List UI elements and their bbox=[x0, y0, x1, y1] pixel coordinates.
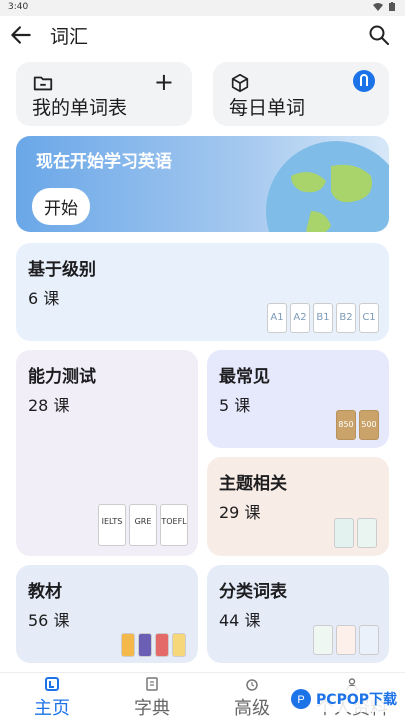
book-cover bbox=[155, 633, 169, 657]
cube-icon bbox=[231, 73, 249, 93]
book-cover bbox=[357, 518, 377, 548]
level-badge: C1 bbox=[359, 303, 379, 333]
daily-words-button[interactable]: 每日单词 bbox=[213, 62, 389, 126]
status-bar: 3:40 bbox=[0, 0, 405, 16]
level-badge: B2 bbox=[336, 303, 356, 333]
textbook-covers bbox=[121, 633, 186, 657]
daily-words-label: 每日单词 bbox=[229, 97, 306, 119]
tile-textbook[interactable]: 教材 56 课 bbox=[16, 565, 198, 663]
folder-icon bbox=[33, 76, 53, 91]
tile-level[interactable]: 基于级别 6 课 A1 A2 B1 B2 C1 bbox=[16, 243, 389, 341]
tile-ability-title: 能力测试 bbox=[28, 367, 96, 387]
nav-advanced-label: 高级 bbox=[234, 698, 270, 719]
tile-most-common[interactable]: 最常见 5 课 850 500 bbox=[207, 350, 389, 448]
book-cover: TOEFL bbox=[160, 504, 188, 546]
alarm-icon bbox=[246, 679, 258, 691]
tile-category[interactable]: 分类词表 44 课 bbox=[207, 565, 389, 663]
book-cover: 850 bbox=[336, 410, 356, 440]
tile-topic[interactable]: 主题相关 29 课 bbox=[207, 457, 389, 556]
my-word-list-label: 我的单词表 bbox=[32, 97, 128, 119]
start-learning-banner[interactable]: 现在开始学习英语 开始 bbox=[16, 136, 389, 232]
level-badge: B1 bbox=[313, 303, 333, 333]
topic-book-covers bbox=[334, 518, 377, 548]
my-word-list-button[interactable]: + 我的单词表 bbox=[16, 62, 192, 126]
tile-topic-count: 29 课 bbox=[219, 503, 261, 522]
back-arrow-icon[interactable] bbox=[8, 22, 34, 48]
banner-title: 现在开始学习英语 bbox=[36, 152, 172, 172]
battery-icon bbox=[389, 2, 395, 11]
common-book-covers: 850 500 bbox=[336, 410, 379, 440]
app-bar: 词汇 bbox=[0, 16, 405, 54]
tile-ability-test[interactable]: 能力测试 28 课 IELTS GRE TOEFL bbox=[16, 350, 198, 556]
level-badge: A2 bbox=[290, 303, 310, 333]
svg-text:P: P bbox=[297, 694, 304, 706]
nav-dictionary[interactable]: 字典 bbox=[112, 675, 192, 720]
nav-advanced[interactable]: 高级 bbox=[212, 675, 292, 720]
page-title: 词汇 bbox=[50, 26, 89, 48]
tile-topic-title: 主题相关 bbox=[219, 474, 287, 494]
wifi-icon bbox=[373, 2, 383, 11]
tile-common-count: 5 课 bbox=[219, 396, 251, 415]
tile-category-title: 分类词表 bbox=[219, 582, 287, 602]
nav-dictionary-label: 字典 bbox=[134, 698, 170, 719]
tile-textbook-count: 56 课 bbox=[28, 611, 70, 630]
home-icon bbox=[45, 677, 59, 691]
tile-ability-count: 28 课 bbox=[28, 396, 70, 415]
dictionary-icon bbox=[146, 677, 158, 691]
watermark: P PCPOP下载 bbox=[286, 686, 401, 712]
tile-level-title: 基于级别 bbox=[28, 260, 96, 280]
category-book-covers bbox=[313, 625, 379, 655]
daily-badge-icon bbox=[353, 70, 375, 92]
watermark-logo-icon: P bbox=[291, 689, 312, 709]
start-button[interactable]: 开始 bbox=[32, 188, 90, 225]
nav-home-label: 主页 bbox=[34, 698, 70, 719]
add-icon[interactable]: + bbox=[154, 68, 174, 96]
tile-common-title: 最常见 bbox=[219, 367, 270, 387]
tile-level-count: 6 课 bbox=[28, 289, 60, 308]
watermark-text: PCPOP下载 bbox=[316, 692, 397, 708]
book-cover: IELTS bbox=[98, 504, 126, 546]
book-cover bbox=[313, 625, 333, 655]
book-cover: GRE bbox=[129, 504, 157, 546]
nav-home[interactable]: 主页 bbox=[12, 675, 92, 720]
tile-textbook-title: 教材 bbox=[28, 582, 62, 602]
book-cover bbox=[334, 518, 354, 548]
globe-illustration bbox=[266, 141, 389, 232]
status-time: 3:40 bbox=[8, 2, 29, 12]
book-cover bbox=[359, 625, 379, 655]
level-badge: A1 bbox=[267, 303, 287, 333]
book-cover: 500 bbox=[359, 410, 379, 440]
test-book-covers: IELTS GRE TOEFL bbox=[98, 504, 188, 546]
level-badges: A1 A2 B1 B2 C1 bbox=[267, 303, 379, 333]
search-icon[interactable] bbox=[367, 23, 391, 47]
tile-category-count: 44 课 bbox=[219, 611, 261, 630]
book-cover bbox=[172, 633, 186, 657]
book-cover bbox=[336, 625, 356, 655]
system-icons bbox=[373, 2, 395, 11]
book-cover bbox=[138, 633, 152, 657]
book-cover bbox=[121, 633, 135, 657]
